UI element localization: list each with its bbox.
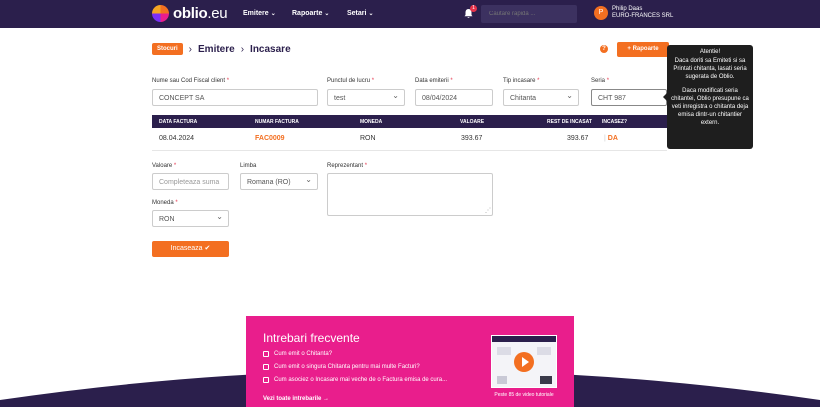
faq-item[interactable]: Cum emit o singura Chitanta pentru mai m… xyxy=(263,364,420,370)
faq-title: Intrebari frecvente xyxy=(263,331,360,345)
tooltip-paragraph-1: Daca doriti sa Emiteti si sa Printati ch… xyxy=(673,58,747,80)
data-emiterii-input[interactable]: 08/04/2024 xyxy=(415,89,493,106)
faq-item[interactable]: Cum asociez o Incasare mai veche de o Fa… xyxy=(263,377,447,383)
row-incasez-toggle[interactable]: | DA xyxy=(604,135,618,142)
list-item-icon xyxy=(263,377,269,383)
row-rest: 393.67 xyxy=(567,135,589,142)
breadcrumb-separator: › xyxy=(240,43,245,55)
col-valoare: VALOARE xyxy=(460,119,485,125)
chevron-down-icon: ⌄ xyxy=(270,11,276,17)
row-valoare: 393.67 xyxy=(461,135,483,142)
tooltip-paragraph-2: Daca modificati seria chitantei, Oblio p… xyxy=(671,88,749,126)
oblio-logo[interactable]: oblio.eu xyxy=(152,5,228,22)
list-item-icon xyxy=(263,364,269,370)
faq-see-all-link[interactable]: Vezi toate intrebarile → xyxy=(263,396,329,402)
col-rest-de-incasat: REST DE INCASAT xyxy=(547,119,592,125)
breadcrumb-separator: › xyxy=(188,43,193,55)
chevron-down-icon: ⌄ xyxy=(368,11,374,17)
moneda-label: Moneda * xyxy=(152,200,178,206)
limba-select[interactable]: Romana (RO) xyxy=(240,173,318,190)
invoice-table-header: DATA FACTURA NUMAR FACTURA MONEDA VALOAR… xyxy=(152,115,667,128)
rapoarte-button[interactable]: + Rapoarte xyxy=(617,42,669,57)
col-incasez: INCASEZ? xyxy=(602,119,627,125)
breadcrumb-emitere[interactable]: Emitere xyxy=(198,44,235,55)
notification-count-badge: 1 xyxy=(470,5,477,12)
video-tutorial-thumbnail[interactable] xyxy=(491,335,557,388)
limba-label: Limba xyxy=(240,163,257,169)
resize-handle-icon: ⋰ xyxy=(485,208,491,214)
tooltip-title: Atentie! xyxy=(699,49,721,55)
list-item-icon xyxy=(263,351,269,357)
data-emiterii-label: Data emiterii * xyxy=(415,78,453,84)
faq-item[interactable]: Cum emit o Chitanta? xyxy=(263,351,332,357)
punct-select[interactable]: test xyxy=(327,89,405,106)
row-numar-factura-link[interactable]: FAC0009 xyxy=(255,135,285,142)
logo-mark-icon xyxy=(152,5,169,22)
seria-input[interactable]: CHT 987 xyxy=(591,89,667,106)
user-company: EURO-FRANCES SRL xyxy=(612,13,674,19)
breadcrumb-incasare: Incasare xyxy=(250,43,291,55)
reprezentant-label: Reprezentant * xyxy=(327,163,368,169)
logo-text: oblio xyxy=(173,5,208,22)
play-icon xyxy=(514,352,534,372)
punct-label: Punctul de lucru * xyxy=(327,78,375,84)
help-icon[interactable]: ? xyxy=(600,45,608,53)
col-numar-factura: NUMAR FACTURA xyxy=(255,119,299,125)
tip-incasare-select[interactable]: Chitanta xyxy=(503,89,579,106)
valoare-label: Valoare * xyxy=(152,163,177,169)
nav-emitere[interactable]: Emitere ⌄ xyxy=(243,10,276,17)
col-data-factura: DATA FACTURA xyxy=(159,119,198,125)
user-name: Philip Daas xyxy=(612,6,643,12)
tip-incasare-label: Tip incasare * xyxy=(503,78,540,84)
quick-search-input[interactable] xyxy=(481,5,577,23)
faq-panel: Intrebari frecvente Cum emit o Chitanta?… xyxy=(246,316,574,407)
client-label: Nume sau Cod Fiscal client * xyxy=(152,78,230,84)
row-divider xyxy=(152,150,667,151)
row-moneda: RON xyxy=(360,135,376,142)
avatar: P xyxy=(594,6,608,20)
nav-rapoarte[interactable]: Rapoarte ⌄ xyxy=(292,10,329,17)
notifications-bell-icon[interactable]: 1 xyxy=(463,5,477,19)
video-caption: Peste 85 de video tutoriale xyxy=(494,392,554,398)
client-input[interactable]: CONCEPT SA xyxy=(152,89,318,106)
reprezentant-textarea[interactable]: ⋰ xyxy=(327,173,493,216)
seria-warning-tooltip: Atentie! Daca doriti sa Emiteti si sa Pr… xyxy=(663,45,753,149)
breadcrumb: Stocuri › Emitere › Incasare xyxy=(152,43,291,55)
chevron-down-icon: ⌄ xyxy=(324,11,330,17)
valoare-input[interactable]: Completeaza suma xyxy=(152,173,229,190)
user-menu[interactable]: P Philip Daas EURO-FRANCES SRL xyxy=(594,6,673,20)
nav-setari[interactable]: Setari ⌄ xyxy=(347,10,374,17)
logo-suffix: .eu xyxy=(207,5,228,22)
row-data-factura: 08.04.2024 xyxy=(159,135,195,142)
col-moneda: MONEDA xyxy=(360,119,383,125)
incaseaza-button[interactable]: Incaseaza ✔ xyxy=(152,241,229,257)
top-navbar: oblio.eu Emitere⌄ Rapoarte⌄ Setari⌄ 1 P … xyxy=(0,0,820,28)
stocuri-badge[interactable]: Stocuri xyxy=(152,43,183,55)
seria-label: Seria * xyxy=(591,78,610,84)
moneda-select[interactable]: RON xyxy=(152,210,229,227)
